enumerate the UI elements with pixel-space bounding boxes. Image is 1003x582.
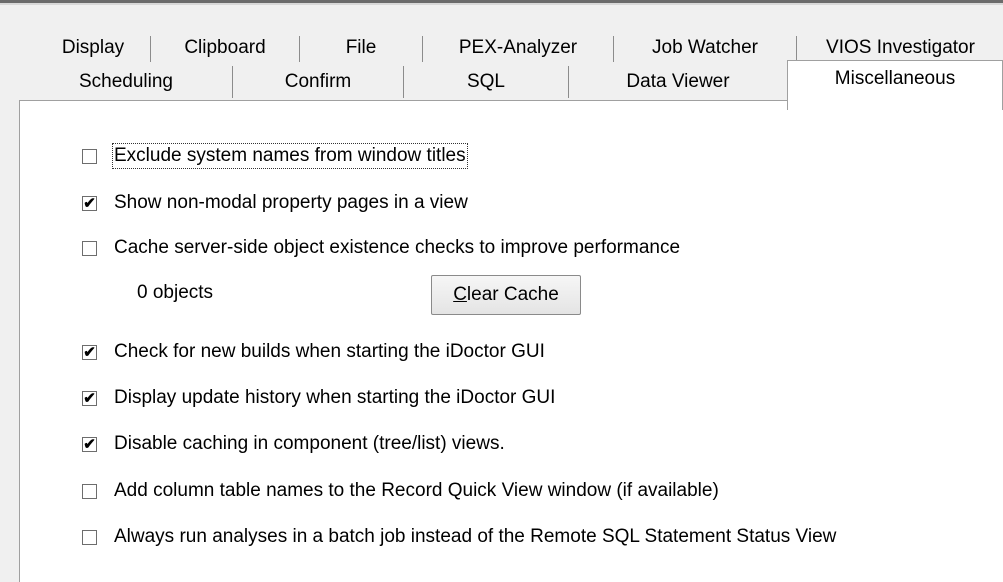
tab-scheduling[interactable]: Scheduling bbox=[21, 64, 231, 100]
option-cache-existence-checks[interactable]: Cache server-side object existence check… bbox=[82, 233, 680, 263]
tab-label: Data Viewer bbox=[626, 71, 730, 92]
option-disable-component-caching[interactable]: ✔ Disable caching in component (tree/lis… bbox=[82, 429, 505, 459]
tab-miscellaneous[interactable]: Miscellaneous bbox=[787, 60, 1003, 110]
tab-label: Miscellaneous bbox=[834, 67, 956, 89]
tab-data-viewer[interactable]: Data Viewer bbox=[570, 64, 786, 100]
checkbox-unchecked[interactable] bbox=[82, 240, 97, 256]
option-label: Disable caching in component (tree/list)… bbox=[114, 433, 505, 454]
tab-separator bbox=[613, 36, 614, 62]
option-label: Exclude system names from window titles bbox=[112, 143, 468, 169]
option-add-column-table-names[interactable]: Add column table names to the Record Qui… bbox=[82, 476, 719, 506]
tab-separator bbox=[299, 36, 300, 62]
checkbox-unchecked[interactable] bbox=[82, 148, 97, 164]
tab-label: SQL bbox=[466, 71, 506, 92]
cache-object-count: 0 objects bbox=[137, 282, 214, 303]
option-label: Check for new builds when starting the i… bbox=[114, 341, 545, 362]
tab-label: Display bbox=[61, 36, 125, 58]
tab-separator bbox=[232, 66, 233, 98]
option-label: Show non-modal property pages in a view bbox=[114, 192, 468, 213]
tab-label: Scheduling bbox=[78, 71, 174, 92]
checkbox-checked[interactable]: ✔ bbox=[82, 390, 97, 406]
tab-sql[interactable]: SQL bbox=[405, 64, 567, 100]
tab-separator bbox=[568, 66, 569, 98]
clear-cache-mnemonic: C bbox=[453, 284, 467, 305]
option-display-update-history[interactable]: ✔ Display update history when starting t… bbox=[82, 383, 555, 413]
option-label: Add column table names to the Record Qui… bbox=[114, 480, 719, 501]
checkbox-unchecked[interactable] bbox=[82, 529, 97, 545]
tab-display[interactable]: Display bbox=[37, 31, 149, 64]
window-top-shade bbox=[0, 3, 1003, 5]
tab-pex-analyzer[interactable]: PEX-Analyzer bbox=[424, 31, 612, 64]
option-label: Always run analyses in a batch job inste… bbox=[114, 526, 837, 547]
tab-label: Clipboard bbox=[184, 36, 266, 58]
option-exclude-system-names[interactable]: Exclude system names from window titles bbox=[82, 141, 468, 171]
tab-separator bbox=[403, 66, 404, 98]
tab-label: File bbox=[345, 36, 377, 58]
clear-cache-button[interactable]: Clear Cache bbox=[431, 275, 581, 315]
option-check-new-builds[interactable]: ✔ Check for new builds when starting the… bbox=[82, 337, 545, 367]
tab-clipboard[interactable]: Clipboard bbox=[152, 31, 298, 64]
tab-file[interactable]: File bbox=[301, 31, 421, 64]
checkbox-checked[interactable]: ✔ bbox=[82, 436, 97, 452]
tab-label: Confirm bbox=[284, 71, 352, 92]
tab-label: PEX-Analyzer bbox=[458, 36, 578, 58]
option-label: Display update history when starting the… bbox=[114, 387, 556, 408]
option-show-non-modal-pages[interactable]: ✔ Show non-modal property pages in a vie… bbox=[82, 188, 468, 218]
checkbox-unchecked[interactable] bbox=[82, 483, 97, 499]
option-label: Cache server-side object existence check… bbox=[114, 237, 681, 258]
tab-separator bbox=[422, 36, 423, 62]
option-run-analyses-batch[interactable]: Always run analyses in a batch job inste… bbox=[82, 522, 836, 552]
checkbox-checked[interactable]: ✔ bbox=[82, 195, 97, 211]
clear-cache-label: lear Cache bbox=[466, 284, 559, 305]
checkbox-checked[interactable]: ✔ bbox=[82, 344, 97, 360]
tab-confirm[interactable]: Confirm bbox=[234, 64, 402, 100]
tab-label: VIOS Investigator bbox=[826, 36, 975, 58]
tab-separator bbox=[796, 36, 797, 62]
tab-job-watcher[interactable]: Job Watcher bbox=[615, 31, 795, 64]
tab-label: Job Watcher bbox=[652, 36, 758, 58]
tab-separator bbox=[150, 36, 151, 62]
